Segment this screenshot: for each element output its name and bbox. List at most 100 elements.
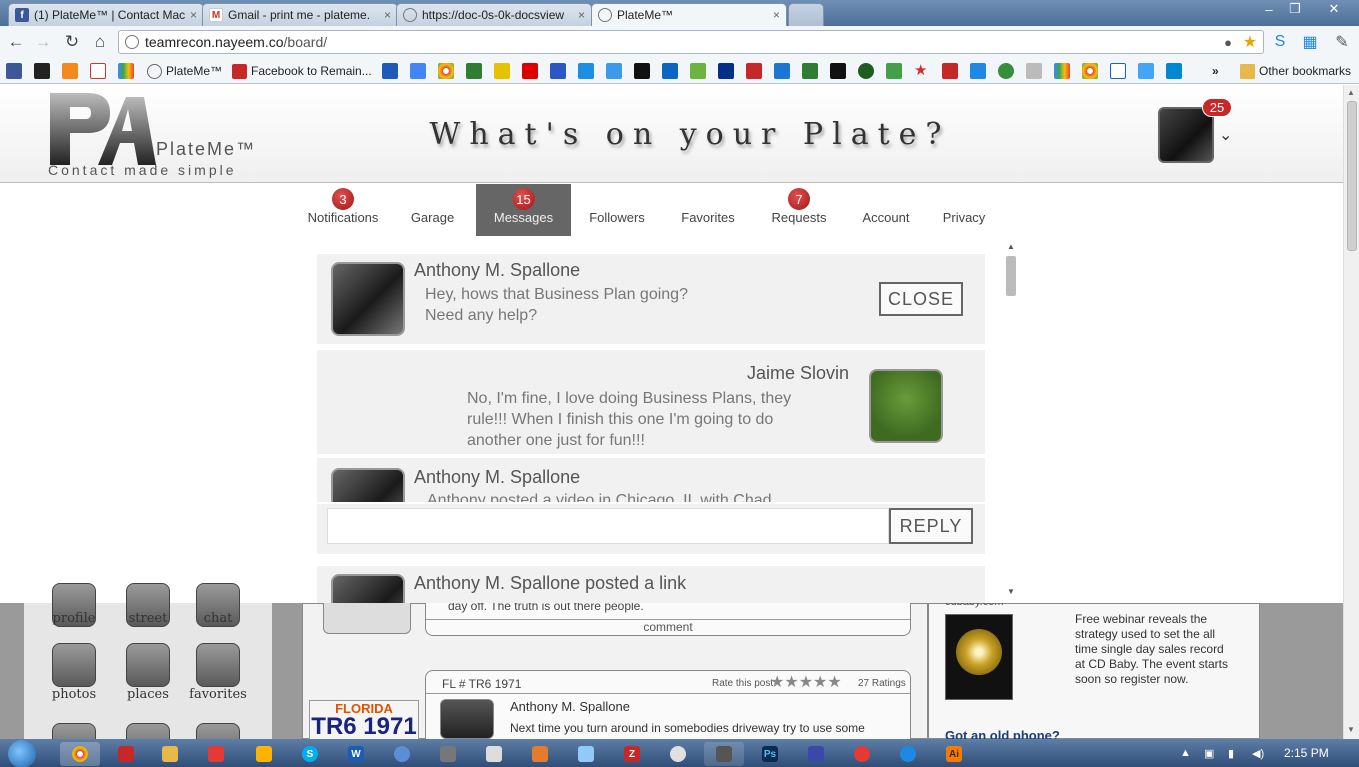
bookmark-icon-translate[interactable]	[1138, 63, 1154, 79]
gmail-bookmark-icon[interactable]	[90, 63, 106, 79]
scroll-up-icon[interactable]: ▲	[1347, 88, 1355, 97]
lightbulb-icon[interactable]: ●	[1218, 32, 1238, 52]
chrome-bookmark-icon-2[interactable]	[1082, 63, 1098, 79]
browser-tab-active[interactable]: PlateMe™ ×	[591, 3, 787, 26]
bookmarks-overflow-button[interactable]: »	[1212, 63, 1219, 79]
reply-button[interactable]: REPLY	[889, 508, 973, 544]
message-item[interactable]: Anthony M. Spallone Hey, hows that Busin…	[317, 254, 985, 344]
bookmark-icon-blue[interactable]	[662, 63, 678, 79]
bookmark-icon-gray[interactable]	[1026, 63, 1042, 79]
close-button[interactable]: CLOSE	[879, 282, 963, 316]
taskbar-word[interactable]: W	[336, 742, 376, 766]
close-tab-icon[interactable]: ×	[190, 8, 197, 22]
sender-name[interactable]: Anthony M. Spallone posted a link	[414, 573, 686, 594]
comment-link[interactable]: comment	[426, 619, 910, 635]
virgin-bookmark-icon[interactable]	[942, 63, 958, 79]
tab-account[interactable]: Account	[845, 184, 927, 236]
tab-messages[interactable]: 15 Messages	[476, 184, 571, 236]
app-icon[interactable]	[196, 723, 240, 739]
post-author[interactable]: Anthony M. Spallone	[510, 699, 630, 714]
youtube-bookmark-icon[interactable]	[522, 63, 538, 79]
map-pin-app-icon[interactable]	[126, 643, 170, 687]
sender-avatar[interactable]	[869, 369, 943, 443]
taskbar-photoshop[interactable]: Ps	[750, 742, 790, 766]
back-icon[interactable]: ←	[5, 32, 27, 52]
bookmark-icon-yellow[interactable]	[494, 63, 510, 79]
pm-bookmark-icon[interactable]	[34, 63, 50, 79]
chrome-bookmark-icon[interactable]	[438, 63, 454, 79]
scroll-down-icon[interactable]: ▼	[1007, 587, 1015, 596]
sender-name[interactable]: Anthony M. Spallone	[414, 260, 580, 281]
tab-favorites[interactable]: Favorites	[663, 184, 753, 236]
bookmark-icon-bird[interactable]	[970, 63, 986, 79]
bookmark-facebook-remain[interactable]: Facebook to Remain...	[232, 63, 372, 79]
taskbar-skype[interactable]: S	[290, 742, 330, 766]
bookmark-icon-16[interactable]	[382, 63, 398, 79]
new-tab-button[interactable]	[788, 3, 824, 26]
browser-tab[interactable]: f (1) PlateMe™ | Contact Mac ×	[8, 3, 204, 26]
star-bookmark-icon[interactable]: ★	[914, 63, 930, 79]
minimize-icon[interactable]: –	[1256, 0, 1282, 18]
tab-followers[interactable]: Followers	[571, 184, 663, 236]
reply-input[interactable]	[327, 508, 889, 544]
home-icon[interactable]: ⌂	[89, 32, 111, 52]
bookmark-icon-map[interactable]	[466, 63, 482, 79]
start-button-icon[interactable]	[8, 740, 36, 767]
taskbar-filezilla[interactable]: Z	[612, 742, 652, 766]
bookmark-star-icon[interactable]: ★	[1240, 32, 1260, 52]
chevron-down-icon[interactable]: ⌄	[1219, 125, 1232, 145]
bookmark-icon-my[interactable]	[830, 63, 846, 79]
forward-icon[interactable]: →	[32, 32, 54, 52]
scrollbar-thumb[interactable]	[1006, 256, 1016, 296]
taskbar-app[interactable]	[842, 742, 882, 766]
browser-tab[interactable]: M Gmail - print me - plateme. ×	[202, 3, 398, 26]
star-app-icon[interactable]	[196, 643, 240, 687]
taskbar-explorer[interactable]	[150, 742, 190, 766]
bookmark-icon-circle[interactable]	[858, 63, 874, 79]
taskbar-app[interactable]	[520, 742, 560, 766]
address-bar[interactable]: teamrecon.nayeem.co/board/	[118, 30, 1264, 54]
taskbar-app[interactable]	[106, 742, 146, 766]
browser-tab[interactable]: https://doc-0s-0k-docsview ×	[396, 3, 592, 26]
close-tab-icon[interactable]: ×	[578, 8, 585, 22]
taskbar-app[interactable]	[244, 742, 284, 766]
bookmark-icon-p[interactable]	[1110, 63, 1126, 79]
bookmark-icon-y[interactable]	[1166, 63, 1182, 79]
scroll-up-icon[interactable]: ▲	[1007, 242, 1015, 251]
tab-privacy[interactable]: Privacy	[927, 184, 1001, 236]
scrollbar-thumb[interactable]	[1347, 101, 1357, 251]
bookmark-plateme[interactable]: PlateMe™	[147, 63, 222, 79]
bookmark-icon-b[interactable]	[550, 63, 566, 79]
google-bookmark-icon[interactable]	[118, 63, 134, 79]
tray-arrow-icon[interactable]: ▲	[1180, 747, 1194, 759]
taskbar-app[interactable]	[658, 742, 698, 766]
paypal-bookmark-icon[interactable]	[718, 63, 734, 79]
bookmark-icon-ns[interactable]	[802, 63, 818, 79]
wrench-icon[interactable]: ✎	[1332, 32, 1352, 52]
facebook-bookmark-icon[interactable]	[6, 63, 22, 79]
bookmark-icon-green[interactable]	[690, 63, 706, 79]
tab-notifications[interactable]: 3 Notifications	[297, 184, 389, 236]
taskbar-app[interactable]	[382, 742, 422, 766]
taskbar-app[interactable]	[196, 742, 236, 766]
taskbar-app[interactable]	[704, 742, 744, 766]
message-item[interactable]: Anthony M. Spallone Anthony posted a vid…	[317, 458, 985, 502]
camera-app-icon[interactable]	[52, 643, 96, 687]
taskbar-app[interactable]	[566, 742, 606, 766]
messages-scrollbar[interactable]: ▲ ▼	[1005, 242, 1017, 597]
system-clock[interactable]: 2:15 PM	[1284, 746, 1329, 760]
message-item[interactable]: Anthony M. Spallone posted a link	[317, 566, 985, 603]
sender-avatar[interactable]	[331, 468, 405, 502]
rating-stars-icon[interactable]: ★★★★★	[770, 672, 842, 692]
bookmark-icon-nyt[interactable]	[634, 63, 650, 79]
tab-garage[interactable]: Garage	[389, 184, 476, 236]
tab-requests[interactable]: 7 Requests	[753, 184, 845, 236]
taskbar-app[interactable]	[796, 742, 836, 766]
calendar-extension-icon[interactable]: ▦	[1300, 32, 1320, 52]
taskbar-illustrator[interactable]: Ai	[934, 742, 974, 766]
close-tab-icon[interactable]: ×	[384, 8, 391, 22]
sender-avatar[interactable]	[331, 262, 405, 336]
docs-bookmark-icon[interactable]	[410, 63, 426, 79]
bookmark-icon-wave[interactable]	[774, 63, 790, 79]
close-tab-icon[interactable]: ×	[773, 8, 780, 22]
